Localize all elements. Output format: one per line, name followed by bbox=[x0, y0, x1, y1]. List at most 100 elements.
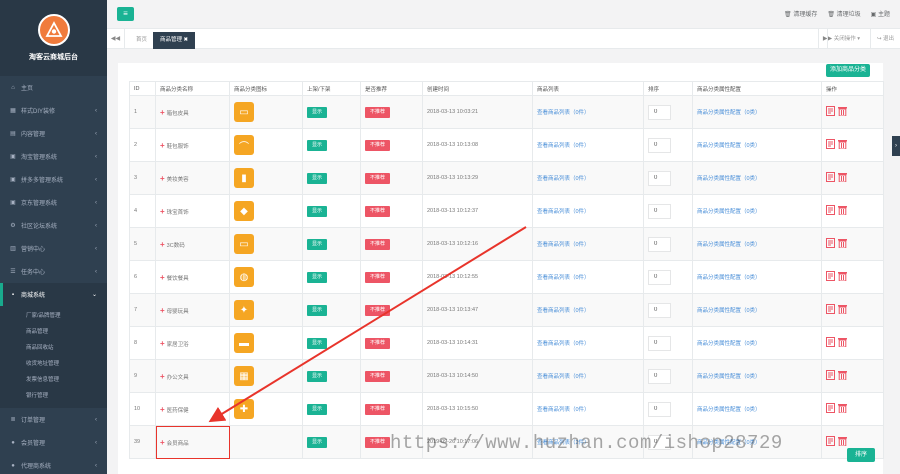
sidebar-item[interactable]: ● 代理商系统 ‹ bbox=[0, 454, 107, 474]
toggle-recommend-button[interactable]: 不推荐 bbox=[365, 370, 391, 382]
add-category-button[interactable]: 添加商品分类 bbox=[825, 64, 870, 77]
sidebar-subitem[interactable]: 商品管理 bbox=[0, 324, 107, 340]
sort-input[interactable] bbox=[648, 170, 671, 186]
sort-input[interactable] bbox=[648, 401, 671, 417]
sidebar-item[interactable]: ▣ 拼多多管理系统 ‹ bbox=[0, 168, 107, 191]
sidebar-item[interactable]: ▥ 营销中心 ‹ bbox=[0, 237, 107, 260]
delete-icon[interactable] bbox=[838, 337, 847, 348]
expand-plus-icon[interactable]: + bbox=[160, 339, 165, 348]
expand-plus-icon[interactable]: + bbox=[160, 372, 165, 381]
edit-icon[interactable] bbox=[826, 139, 835, 149]
delete-icon[interactable] bbox=[838, 403, 847, 414]
edit-icon[interactable] bbox=[826, 238, 835, 248]
sidebar-subitem[interactable]: 厂家/品牌管理 bbox=[0, 308, 107, 324]
tab-home[interactable]: 首页 bbox=[129, 32, 154, 49]
sidebar-item[interactable]: ⌂ 主页 bbox=[0, 76, 107, 99]
toggle-display-button[interactable]: 显示 bbox=[307, 205, 328, 217]
toggle-recommend-button[interactable]: 不推荐 bbox=[365, 436, 391, 448]
view-products-link[interactable]: 查看商品列表（0件） bbox=[537, 209, 590, 215]
menu-toggle-button[interactable]: ≡ bbox=[117, 7, 134, 21]
toggle-display-button[interactable]: 显示 bbox=[307, 304, 328, 316]
sidebar-subitem[interactable]: 银行管理 bbox=[0, 388, 107, 404]
sort-input[interactable] bbox=[648, 434, 671, 450]
view-products-link[interactable]: 查看商品列表（0件） bbox=[537, 407, 590, 413]
view-products-link[interactable]: 查看商品列表（2件） bbox=[537, 440, 590, 446]
delete-icon[interactable] bbox=[838, 271, 847, 282]
attribute-config-link[interactable]: 商品分类属性配置（0类） bbox=[697, 308, 761, 314]
sort-input[interactable] bbox=[648, 137, 671, 153]
expand-plus-icon[interactable]: + bbox=[160, 405, 165, 414]
view-products-link[interactable]: 查看商品列表（0件） bbox=[537, 143, 590, 149]
sort-input[interactable] bbox=[648, 269, 671, 285]
toggle-recommend-button[interactable]: 不推荐 bbox=[365, 205, 391, 217]
expand-plus-icon[interactable]: + bbox=[160, 273, 165, 282]
view-products-link[interactable]: 查看商品列表（0件） bbox=[537, 374, 590, 380]
attribute-config-link[interactable]: 商品分类属性配置（0类） bbox=[697, 209, 761, 215]
toggle-display-button[interactable]: 显示 bbox=[307, 106, 328, 118]
delete-icon[interactable] bbox=[838, 205, 847, 216]
edit-icon[interactable] bbox=[826, 304, 835, 314]
expand-plus-icon[interactable]: + bbox=[160, 174, 165, 183]
delete-icon[interactable] bbox=[838, 139, 847, 150]
toggle-display-button[interactable]: 显示 bbox=[307, 337, 328, 349]
sidebar-item[interactable]: ▤ 内容管理 ‹ bbox=[0, 122, 107, 145]
expand-plus-icon[interactable]: + bbox=[160, 108, 165, 117]
sidebar-subitem[interactable]: 商品回收站 bbox=[0, 340, 107, 356]
attribute-config-link[interactable]: 商品分类属性配置（0类） bbox=[697, 341, 761, 347]
toggle-display-button[interactable]: 显示 bbox=[307, 370, 328, 382]
sidebar-subitem[interactable]: 发票信息管理 bbox=[0, 372, 107, 388]
toggle-display-button[interactable]: 显示 bbox=[307, 436, 328, 448]
sidebar-item[interactable]: ☰ 任务中心 ‹ bbox=[0, 260, 107, 283]
view-products-link[interactable]: 查看商品列表（0件） bbox=[537, 110, 590, 116]
sort-input[interactable] bbox=[648, 236, 671, 252]
view-products-link[interactable]: 查看商品列表（0件） bbox=[537, 308, 590, 314]
sidebar-item[interactable]: ≣ 订单管理 ‹ bbox=[0, 408, 107, 431]
sort-input[interactable] bbox=[648, 104, 671, 120]
view-products-link[interactable]: 查看商品列表（0件） bbox=[537, 341, 590, 347]
edit-icon[interactable] bbox=[826, 172, 835, 182]
view-products-link[interactable]: 查看商品列表（0件） bbox=[537, 242, 590, 248]
close-operations-dropdown[interactable]: 关闭操作 ▾ bbox=[826, 29, 866, 49]
delete-icon[interactable] bbox=[838, 172, 847, 183]
toggle-display-button[interactable]: 显示 bbox=[307, 403, 328, 415]
toggle-recommend-button[interactable]: 不推荐 bbox=[365, 139, 391, 151]
tab-product-management[interactable]: 商品管理 ✖ bbox=[153, 32, 196, 49]
toggle-recommend-button[interactable]: 不推荐 bbox=[365, 172, 391, 184]
delete-icon[interactable] bbox=[838, 106, 847, 117]
sort-input[interactable] bbox=[648, 368, 671, 384]
attribute-config-link[interactable]: 商品分类属性配置（0类） bbox=[697, 275, 761, 281]
edit-icon[interactable] bbox=[826, 337, 835, 347]
clear-trash-link[interactable]: 🗑 清理垃圾 bbox=[827, 9, 860, 18]
sidebar-item[interactable]: ▣ 京东管理系统 ‹ bbox=[0, 191, 107, 214]
expand-plus-icon[interactable]: + bbox=[160, 141, 165, 150]
delete-icon[interactable] bbox=[838, 370, 847, 381]
edit-icon[interactable] bbox=[826, 271, 835, 281]
sidebar-item[interactable]: ⚙ 社区论坛系统 ‹ bbox=[0, 214, 107, 237]
expand-plus-icon[interactable]: + bbox=[160, 240, 165, 249]
attribute-config-link[interactable]: 商品分类属性配置（0类） bbox=[697, 407, 761, 413]
view-products-link[interactable]: 查看商品列表（0件） bbox=[537, 275, 590, 281]
attribute-config-link[interactable]: 商品分类属性配置（0类） bbox=[697, 242, 761, 248]
sort-input[interactable] bbox=[648, 203, 671, 219]
toggle-display-button[interactable]: 显示 bbox=[307, 172, 328, 184]
delete-icon[interactable] bbox=[838, 304, 847, 315]
tab-scroll-left-icon[interactable]: ◀◀ bbox=[107, 29, 125, 49]
side-scroll-tab[interactable]: › bbox=[892, 136, 900, 156]
theme-link[interactable]: ▣ 主题 bbox=[871, 9, 890, 18]
toggle-display-button[interactable]: 显示 bbox=[307, 271, 328, 283]
toggle-recommend-button[interactable]: 不推荐 bbox=[365, 337, 391, 349]
logout-button[interactable]: ↪ 退出 bbox=[869, 29, 900, 49]
expand-plus-icon[interactable]: + bbox=[160, 207, 165, 216]
toggle-display-button[interactable]: 显示 bbox=[307, 139, 328, 151]
expand-plus-icon[interactable]: + bbox=[160, 306, 165, 315]
edit-icon[interactable] bbox=[826, 436, 835, 446]
clear-cache-link[interactable]: 🗑 清理缓存 bbox=[784, 9, 817, 18]
edit-icon[interactable] bbox=[826, 403, 835, 413]
attribute-config-link[interactable]: 商品分类属性配置（0类） bbox=[697, 374, 761, 380]
sort-input[interactable] bbox=[648, 335, 671, 351]
toggle-recommend-button[interactable]: 不推荐 bbox=[365, 271, 391, 283]
attribute-config-link[interactable]: 商品分类属性配置（0类） bbox=[697, 440, 761, 446]
toggle-recommend-button[interactable]: 不推荐 bbox=[365, 238, 391, 250]
edit-icon[interactable] bbox=[826, 205, 835, 215]
attribute-config-link[interactable]: 商品分类属性配置（0类） bbox=[697, 176, 761, 182]
